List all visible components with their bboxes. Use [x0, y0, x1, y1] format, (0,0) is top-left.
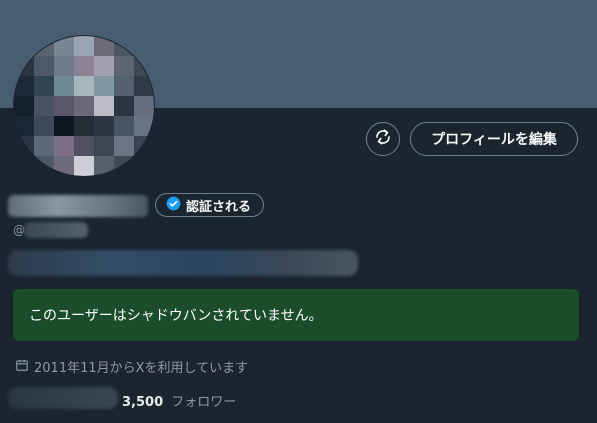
followers-count: 3,500: [122, 395, 164, 410]
verified-check-icon: [166, 196, 181, 215]
edit-profile-button[interactable]: プロフィールを編集: [410, 122, 578, 156]
display-name-redacted: [8, 195, 148, 217]
verified-badge[interactable]: 認証される: [155, 193, 265, 217]
followers-link[interactable]: 3,500 フォロワー: [122, 391, 236, 410]
followers-label: フォロワー: [171, 395, 237, 410]
join-date-text: 2011年11月からXを利用しています: [34, 361, 249, 376]
refresh-button[interactable]: [366, 122, 400, 156]
following-redacted: [8, 387, 118, 409]
verified-badge-label: 認証される: [186, 199, 252, 215]
shadowban-status-banner: このユーザーはシャドウバンされていません。: [13, 289, 579, 341]
avatar-pixelated-image: [14, 36, 154, 176]
refresh-icon: [374, 128, 392, 150]
calendar-icon: [15, 358, 29, 376]
shadowban-status-text: このユーザーはシャドウバンされていません。: [29, 308, 323, 324]
handle-redacted: [24, 222, 88, 238]
bio-redacted: [8, 250, 358, 276]
join-date: 2011年11月からXを利用しています: [15, 357, 248, 376]
avatar[interactable]: [14, 36, 154, 176]
